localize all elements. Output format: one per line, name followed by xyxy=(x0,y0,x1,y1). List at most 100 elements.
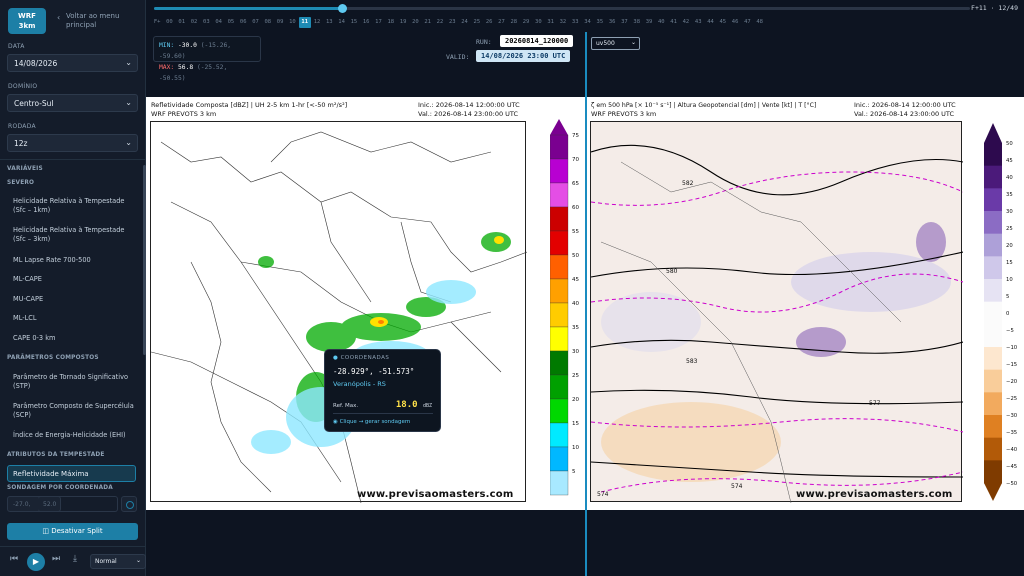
colorbar-tick: 0 xyxy=(1006,311,1010,317)
forecast-hour-41[interactable]: 41 xyxy=(667,17,679,28)
chevron-left-icon[interactable]: ‹ xyxy=(57,13,60,22)
forecast-hour-28[interactable]: 28 xyxy=(508,17,520,28)
colorbar-tick: 60 xyxy=(572,205,579,211)
date-select[interactable]: 14/08/2026 ⌄ xyxy=(7,54,138,72)
run-select[interactable]: 12z ⌄ xyxy=(7,134,138,152)
forecast-hour-26[interactable]: 26 xyxy=(483,17,495,28)
right-variable-select[interactable]: uv500 ⌄ xyxy=(591,37,640,50)
forecast-hour-30[interactable]: 30 xyxy=(532,17,544,28)
forecast-hour-35[interactable]: 35 xyxy=(594,17,606,28)
forecast-hour-03[interactable]: 03 xyxy=(200,17,212,28)
forecast-hour-33[interactable]: 33 xyxy=(569,17,581,28)
pin-icon: ● xyxy=(333,355,339,361)
var-cape-0-3km[interactable]: CAPE 0-3 km xyxy=(13,334,138,343)
forecast-hour-08[interactable]: 08 xyxy=(262,17,274,28)
forecast-hour-37[interactable]: 37 xyxy=(618,17,630,28)
forecast-hour-47[interactable]: 47 xyxy=(741,17,753,28)
forecast-hour-46[interactable]: 46 xyxy=(729,17,741,28)
colorbar-swatch xyxy=(550,398,569,424)
contour-label: 580 xyxy=(666,268,678,275)
forecast-hour-48[interactable]: 48 xyxy=(754,17,766,28)
forecast-hour-00[interactable]: 00 xyxy=(163,17,175,28)
back-to-menu-link[interactable]: Voltar ao menu principal xyxy=(66,12,140,30)
forecast-hour-02[interactable]: 02 xyxy=(188,17,200,28)
speed-select[interactable]: Normal ⌄ xyxy=(90,554,146,569)
forecast-hour-43[interactable]: 43 xyxy=(692,17,704,28)
forecast-hour-17[interactable]: 17 xyxy=(372,17,384,28)
forecast-hour-31[interactable]: 31 xyxy=(545,17,557,28)
crosshair-icon[interactable] xyxy=(121,496,137,512)
forecast-hour-27[interactable]: 27 xyxy=(495,17,507,28)
colorbar-swatch xyxy=(984,143,1002,167)
forecast-hour-21[interactable]: 21 xyxy=(422,17,434,28)
forecast-hour-06[interactable]: 06 xyxy=(237,17,249,28)
colorbar-arrow xyxy=(984,123,1002,143)
forecast-hour-22[interactable]: 22 xyxy=(434,17,446,28)
forecast-hour-12[interactable]: 12 xyxy=(311,17,323,28)
chevron-down-icon: ⌄ xyxy=(125,98,132,107)
forecast-hour-32[interactable]: 32 xyxy=(557,17,569,28)
forecast-hour-36[interactable]: 36 xyxy=(606,17,618,28)
var-srh-1km[interactable]: Helicidade Relativa à Tempestade (Sfc – … xyxy=(13,197,138,215)
forecast-hour-29[interactable]: 29 xyxy=(520,17,532,28)
forecast-hour-23[interactable]: 23 xyxy=(446,17,458,28)
var-stp[interactable]: Parâmetro de Tornado Significativo (STP) xyxy=(13,373,138,391)
forecast-hour-01[interactable]: 01 xyxy=(176,17,188,28)
forecast-hour-42[interactable]: 42 xyxy=(680,17,692,28)
forecast-hour-18[interactable]: 18 xyxy=(385,17,397,28)
timeline-handle[interactable] xyxy=(337,4,347,13)
var-scp[interactable]: Parâmetro Composto de Supercélula (SCP) xyxy=(13,402,138,420)
forecast-hour-24[interactable]: 24 xyxy=(458,17,470,28)
var-refletividade-maxima[interactable]: Refletividade Máxima xyxy=(7,465,136,482)
domain-select[interactable]: Centro-Sul ⌄ xyxy=(7,94,138,112)
forecast-hour-13[interactable]: 13 xyxy=(323,17,335,28)
forecast-hour-14[interactable]: 14 xyxy=(335,17,347,28)
forecast-hour-38[interactable]: 38 xyxy=(631,17,643,28)
play-icon[interactable]: ▶ xyxy=(27,553,45,571)
colorbar-swatch xyxy=(550,134,569,160)
left-map-panel: Refletividade Composta [dBZ] | UH 2-5 km… xyxy=(146,97,585,510)
forecast-hour-11[interactable]: 11 xyxy=(298,17,311,28)
colorbar-tick: 35 xyxy=(572,325,579,331)
forecast-hour-34[interactable]: 34 xyxy=(581,17,593,28)
forecast-hour-16[interactable]: 16 xyxy=(360,17,372,28)
var-ml-cape[interactable]: ML-CAPE xyxy=(13,275,138,284)
download-icon[interactable]: ⤓ xyxy=(73,554,77,564)
forecast-hour-09[interactable]: 09 xyxy=(274,17,286,28)
var-ehi[interactable]: Índice de Energia-Helicidade (EHI) xyxy=(13,431,138,440)
timeline-slider[interactable] xyxy=(154,4,970,13)
skip-forward-icon[interactable]: ⏭ xyxy=(52,554,60,564)
var-ml-lapse-rate[interactable]: ML Lapse Rate 700-500 xyxy=(13,256,138,265)
lon-input[interactable]: 52.0 xyxy=(38,496,118,512)
colorbar-tick: 65 xyxy=(572,181,579,187)
forecast-hour-39[interactable]: 39 xyxy=(643,17,655,28)
skip-back-icon[interactable]: ⏮ xyxy=(10,554,18,564)
forecast-hour-19[interactable]: 19 xyxy=(397,17,409,28)
forecast-hour-25[interactable]: 25 xyxy=(471,17,483,28)
forecast-hour-05[interactable]: 05 xyxy=(225,17,237,28)
right-watermark: www.previsaomasters.com xyxy=(796,489,953,500)
colorbar-tick: 25 xyxy=(572,373,579,379)
forecast-hour-04[interactable]: 04 xyxy=(212,17,224,28)
var-ml-lcl[interactable]: ML-LCL xyxy=(13,314,138,323)
forecast-hour-20[interactable]: 20 xyxy=(409,17,421,28)
run-label: RUN: xyxy=(476,38,492,46)
forecast-hour-15[interactable]: 15 xyxy=(348,17,360,28)
colorbar-tick: 10 xyxy=(1006,277,1013,283)
var-srh-3km[interactable]: Helicidade Relativa à Tempestade (Sfc – … xyxy=(13,226,138,244)
forecast-hour-40[interactable]: 40 xyxy=(655,17,667,28)
colorbar-tick: 10 xyxy=(572,445,579,451)
left-map[interactable]: www.previsaomasters.com xyxy=(150,121,527,503)
generate-sounding-link[interactable]: ◉ Clique → gerar sondagem xyxy=(333,419,410,425)
colorbar-swatch xyxy=(984,415,1002,439)
forecast-hour-44[interactable]: 44 xyxy=(704,17,716,28)
right-map[interactable]: 582 580 583 577 574 574 www.previsaomast… xyxy=(590,121,963,503)
forecast-hour-10[interactable]: 10 xyxy=(286,17,298,28)
section-severo: SEVERO xyxy=(7,180,35,186)
forecast-hour-45[interactable]: 45 xyxy=(717,17,729,28)
forecast-hour-07[interactable]: 07 xyxy=(249,17,261,28)
split-toggle-button[interactable]: ◫ Desativar Split xyxy=(7,523,138,540)
colorbar-tick: 30 xyxy=(1006,209,1013,215)
var-mu-cape[interactable]: MU-CAPE xyxy=(13,295,138,304)
colorbar-swatch xyxy=(984,211,1002,235)
